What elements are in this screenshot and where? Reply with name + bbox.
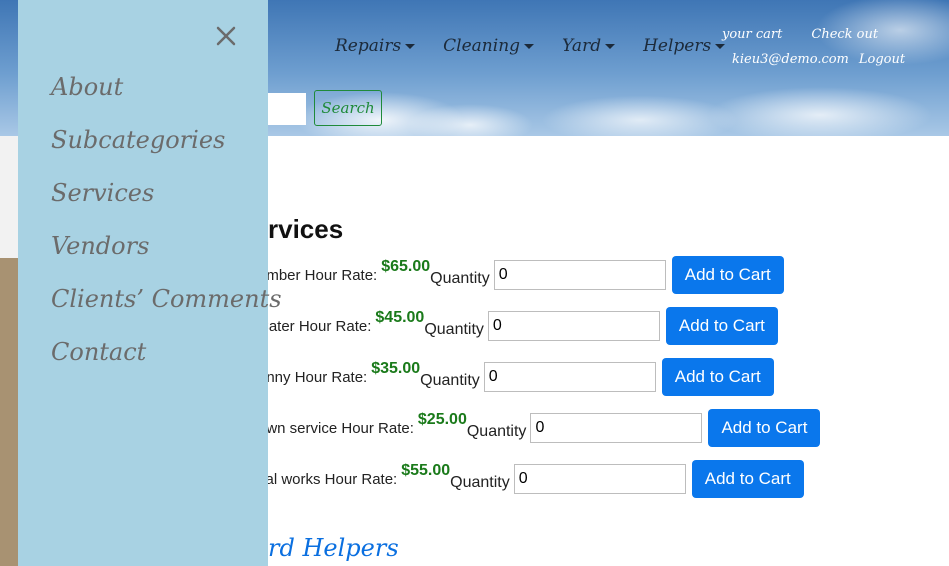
- add-to-cart-button[interactable]: Add to Cart: [708, 409, 821, 447]
- caret-down-icon: [605, 43, 616, 49]
- quantity-input[interactable]: [513, 464, 686, 494]
- service-rate: $65.00: [381, 258, 431, 275]
- service-row: anny Hour Rate: $35.00 Quantity Add to C…: [258, 358, 774, 396]
- checkout-link[interactable]: Check out: [811, 27, 878, 42]
- quantity-label: Quantity: [424, 321, 484, 338]
- service-rate: $45.00: [375, 309, 425, 326]
- service-rate: $35.00: [371, 360, 421, 377]
- close-icon[interactable]: [214, 24, 238, 48]
- bottom-category-links[interactable]: rd Helpers: [268, 534, 468, 566]
- search-button[interactable]: Search: [314, 90, 382, 126]
- caret-down-icon: [524, 43, 535, 49]
- sidebar-item-vendors[interactable]: Vendors: [51, 227, 282, 280]
- service-name: awn service Hour Rate:: [258, 419, 414, 437]
- user-email-link[interactable]: kieu3@demo.com: [732, 52, 849, 67]
- page-edge-background: [0, 258, 18, 566]
- nav-cleaning-label: Cleaning: [443, 36, 521, 56]
- quantity-label: Quantity: [430, 270, 490, 287]
- quantity-input[interactable]: [493, 260, 666, 290]
- user-links: your cart Check out kieu3@demo.com Logou…: [720, 27, 905, 67]
- your-cart-link[interactable]: your cart: [722, 27, 782, 42]
- sidebar-drawer: About Subcategories Services Vendors Cli…: [18, 0, 282, 566]
- sidebar-item-clients-comments[interactable]: Clients’ Comments: [51, 280, 282, 333]
- quantity-input[interactable]: [483, 362, 656, 392]
- service-rate: $25.00: [417, 411, 467, 428]
- service-row: umber Hour Rate: $65.00 Quantity Add to …: [258, 256, 784, 294]
- service-row: awn service Hour Rate: $25.00 Quantity A…: [258, 409, 821, 447]
- nav-helpers-label: Helpers: [643, 36, 712, 56]
- nav-cleaning[interactable]: Cleaning: [443, 36, 535, 56]
- quantity-input[interactable]: [530, 413, 703, 443]
- add-to-cart-button[interactable]: Add to Cart: [691, 460, 804, 498]
- quantity-input[interactable]: [487, 311, 660, 341]
- service-name: cal works Hour Rate:: [258, 470, 398, 488]
- quantity-label: Quantity: [420, 372, 480, 389]
- quantity-label: Quantity: [450, 474, 510, 491]
- nav-yard-label: Yard: [562, 36, 602, 56]
- caret-down-icon: [405, 43, 416, 49]
- sidebar-menu: About Subcategories Services Vendors Cli…: [51, 68, 282, 386]
- service-row: cal works Hour Rate: $55.00 Quantity Add…: [258, 460, 804, 498]
- service-row: Cater Hour Rate: $45.00 Quantity Add to …: [258, 307, 778, 345]
- add-to-cart-button[interactable]: Add to Cart: [671, 256, 784, 294]
- sidebar-item-contact[interactable]: Contact: [51, 333, 282, 386]
- sidebar-item-services[interactable]: Services: [51, 174, 282, 227]
- nav-repairs-label: Repairs: [335, 36, 402, 56]
- nav-helpers[interactable]: Helpers: [643, 36, 726, 56]
- quantity-label: Quantity: [466, 423, 527, 440]
- sidebar-item-about[interactable]: About: [51, 68, 282, 121]
- nav-yard[interactable]: Yard: [562, 36, 616, 56]
- main-nav: Repairs Cleaning Yard Helpers: [335, 36, 753, 56]
- page-title: rvices: [268, 214, 344, 244]
- sidebar-item-subcategories[interactable]: Subcategories: [51, 121, 282, 174]
- logout-link[interactable]: Logout: [859, 52, 905, 67]
- add-to-cart-button[interactable]: Add to Cart: [665, 307, 778, 345]
- nav-repairs[interactable]: Repairs: [335, 36, 416, 56]
- add-to-cart-button[interactable]: Add to Cart: [661, 358, 774, 396]
- service-rate: $55.00: [401, 462, 451, 479]
